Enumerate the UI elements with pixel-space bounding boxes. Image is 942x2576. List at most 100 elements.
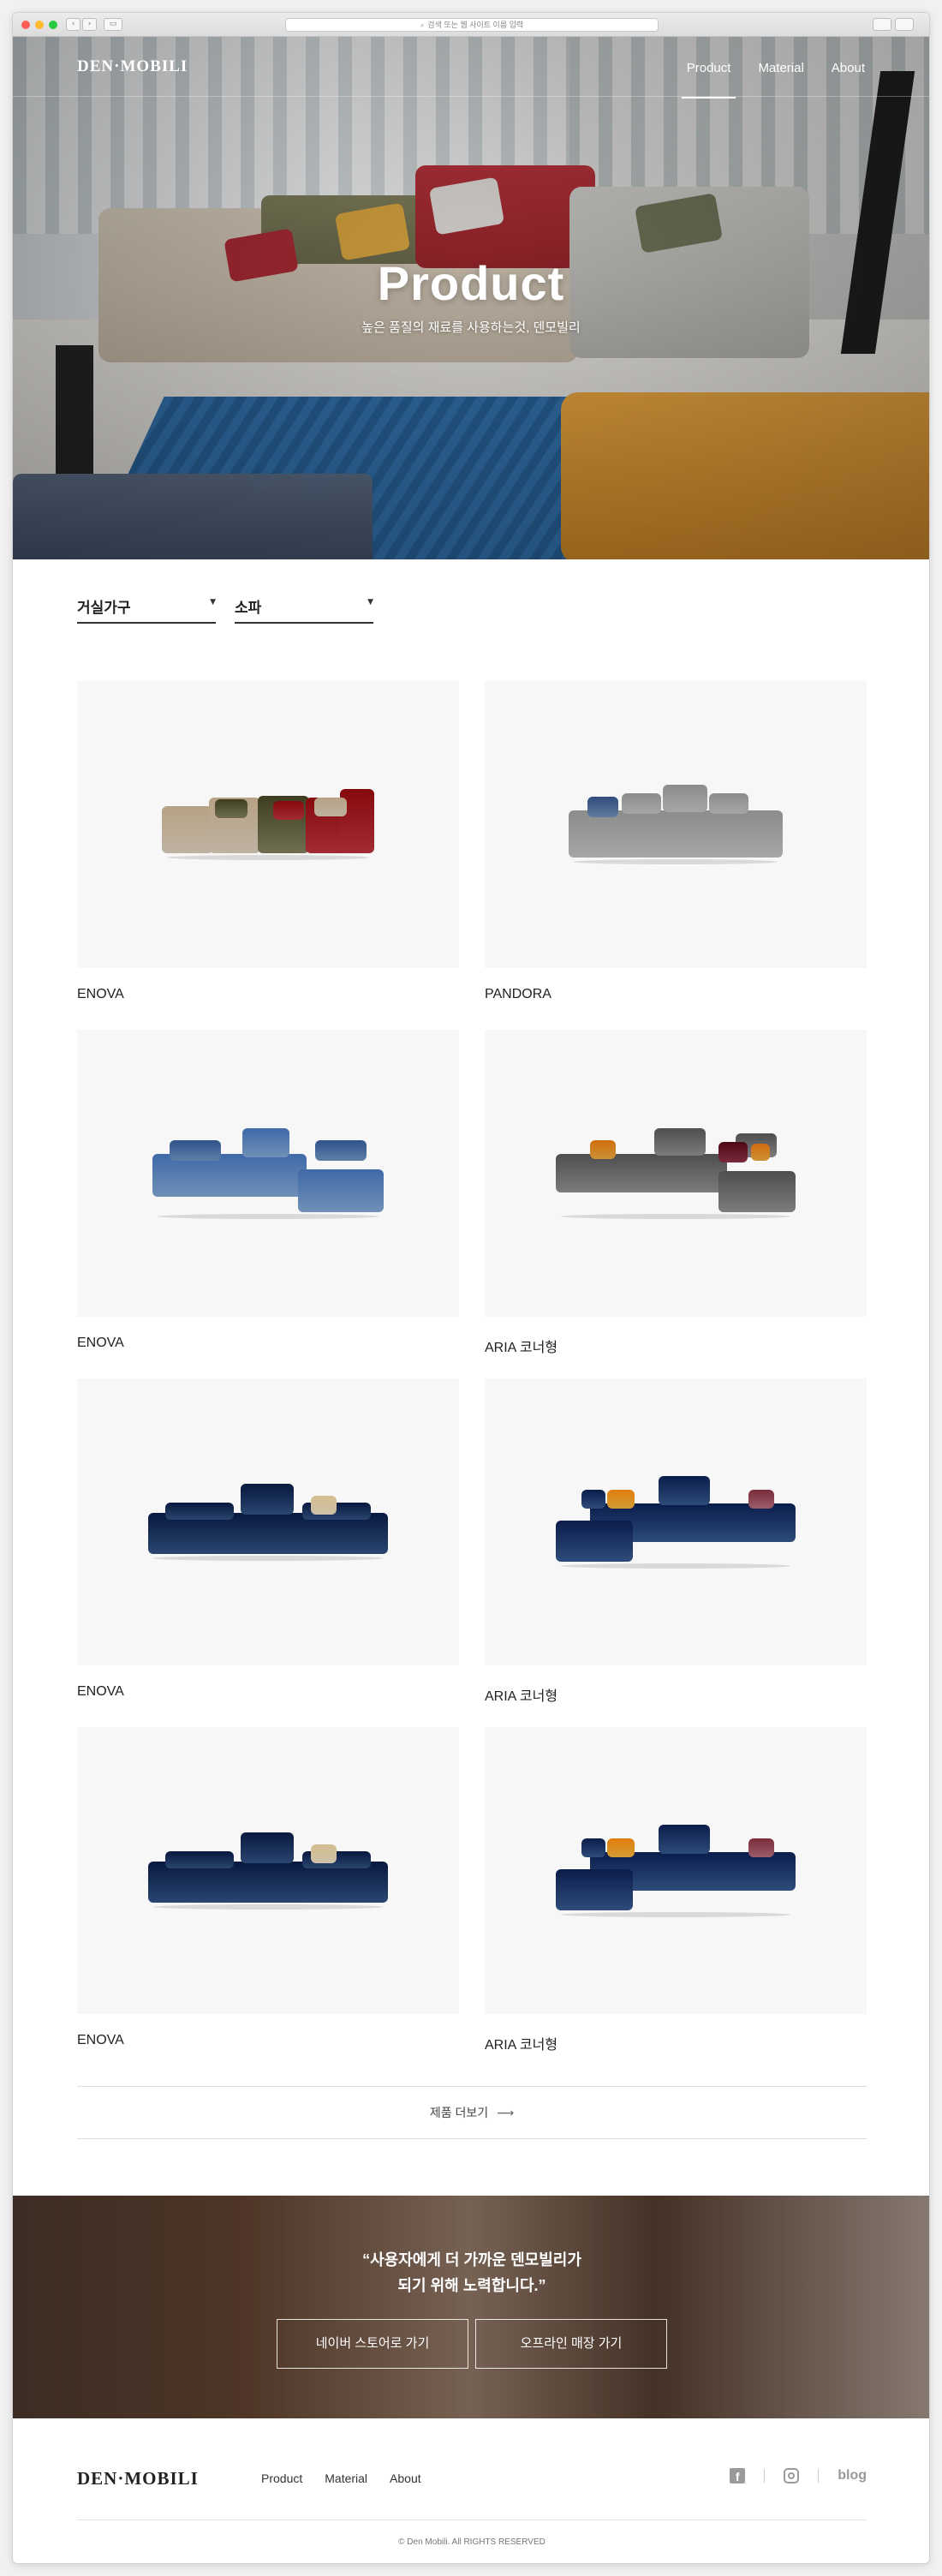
page-title: Product	[377, 256, 565, 310]
sofa-part	[748, 1489, 774, 1509]
instagram-icon[interactable]	[784, 2468, 800, 2483]
sofa-part	[607, 1838, 635, 1857]
footer-nav: Product Material About	[261, 2471, 421, 2485]
product-image[interactable]	[77, 1378, 459, 1665]
arrow-right-icon: ⟶	[497, 2107, 515, 2120]
sofa-part	[556, 1520, 633, 1562]
offline-store-button[interactable]: 오프라인 매장 가기	[475, 2319, 667, 2369]
forward-icon[interactable]: ›	[82, 18, 97, 31]
sofa-shadow	[561, 1563, 790, 1569]
hero-section: DEN·MOBILI Product Material About Produc…	[13, 37, 929, 559]
facebook-icon[interactable]: f	[730, 2468, 746, 2483]
nav-material[interactable]: Material	[758, 61, 803, 75]
top-navigation: DEN·MOBILI Product Material About	[13, 37, 929, 99]
product-name[interactable]: PANDORA	[485, 987, 867, 1002]
nav-product[interactable]: Product	[681, 61, 736, 99]
sofa-part	[659, 1475, 710, 1505]
category-select[interactable]: 거실가구 ▼	[77, 595, 216, 624]
product-name[interactable]: ENOVA	[77, 2033, 459, 2048]
product-name[interactable]: ARIA 코너형	[485, 1336, 867, 1356]
sofa-part	[556, 1868, 633, 1910]
footer: DEN·MOBILI Product Material About f blog…	[13, 2418, 929, 2563]
product-card[interactable]: PANDORA	[485, 681, 867, 1030]
sofa-illustration	[569, 785, 783, 864]
social-links: f blog	[730, 2468, 867, 2483]
footer-nav-material[interactable]: Material	[325, 2471, 367, 2485]
page-subtitle: 높은 품질의 재료를 사용하는것, 덴모빌리	[361, 320, 581, 335]
sofa-illustration	[162, 789, 374, 860]
sofa-illustration	[152, 1127, 384, 1219]
sofa-illustration	[556, 1127, 796, 1219]
banner-quote-line-1: “사용자에게 더 가까운 덴모빌리가	[362, 2251, 581, 2268]
product-card[interactable]: ARIA 코너형	[485, 1030, 867, 1378]
sofa-shadow	[561, 1911, 790, 1917]
naver-store-button[interactable]: 네이버 스토어로 가기	[277, 2319, 468, 2369]
sofa-part	[165, 1502, 234, 1520]
sofa-part	[569, 810, 783, 858]
sofa-part	[622, 793, 661, 814]
product-name[interactable]: ARIA 코너형	[485, 2033, 867, 2053]
close-window-button[interactable]	[21, 21, 30, 29]
product-card[interactable]: ENOVA	[77, 1727, 459, 2076]
product-name[interactable]: ENOVA	[77, 987, 459, 1002]
product-card[interactable]: ENOVA	[77, 681, 459, 1030]
footer-nav-product[interactable]: Product	[261, 2471, 302, 2485]
header-logo[interactable]: DEN·MOBILI	[77, 57, 188, 76]
browser-window: ‹ › ▭ ⌕ 검색 또는 웹 사이트 이름 입력 DEN·MOBILI Prod…	[12, 12, 930, 2564]
sofa-part	[162, 806, 213, 853]
sofa-part	[311, 1495, 337, 1515]
product-name[interactable]: ENOVA	[77, 1336, 459, 1351]
caret-down-icon: ▼	[210, 598, 216, 607]
sofa-part	[748, 1838, 774, 1857]
load-more-label: 제품 더보기	[429, 2106, 489, 2119]
product-image[interactable]	[485, 1030, 867, 1317]
footer-logo[interactable]: DEN·MOBILI	[77, 2468, 199, 2489]
sofa-part	[751, 1143, 770, 1161]
product-card[interactable]: ENOVA	[77, 1378, 459, 1727]
product-card[interactable]: ARIA 코너형	[485, 1378, 867, 1727]
sofa-shadow	[158, 1213, 379, 1219]
sofa-illustration	[148, 1483, 388, 1561]
product-filters: 거실가구 ▼ 소파 ▼	[77, 595, 373, 624]
product-name[interactable]: ARIA 코너형	[485, 1684, 867, 1705]
product-image[interactable]	[77, 1030, 459, 1317]
minimize-window-button[interactable]	[35, 21, 44, 29]
product-card[interactable]: ENOVA	[77, 1030, 459, 1378]
back-icon[interactable]: ‹	[66, 18, 80, 31]
product-grid: ENOVA PANDORA ENOVA ARIA 코너형 ENOVA ARIA …	[77, 681, 867, 2076]
load-more-button[interactable]: 제품 더보기 ⟶	[77, 2086, 867, 2139]
blog-icon[interactable]: blog	[838, 2468, 867, 2483]
sofa-part	[215, 799, 247, 818]
product-image[interactable]	[485, 1727, 867, 2014]
store-banner: “사용자에게 더 가까운 덴모빌리가 되기 위해 노력합니다.” 네이버 스토어…	[13, 2196, 929, 2418]
sofa-part	[663, 785, 707, 812]
product-image[interactable]	[77, 681, 459, 968]
nav-about[interactable]: About	[832, 61, 865, 75]
caret-down-icon: ▼	[367, 598, 373, 607]
tabs-icon[interactable]	[895, 18, 914, 31]
window-controls	[21, 21, 57, 29]
share-icon[interactable]	[873, 18, 891, 31]
banner-buttons: 네이버 스토어로 가기 오프라인 매장 가기	[13, 2319, 929, 2369]
sofa-shadow	[574, 859, 778, 864]
product-name[interactable]: ENOVA	[77, 1684, 459, 1700]
subcategory-select[interactable]: 소파 ▼	[235, 595, 373, 624]
sofa-part	[659, 1824, 710, 1854]
sofa-part	[587, 797, 618, 817]
product-image[interactable]	[77, 1727, 459, 2014]
footer-nav-about[interactable]: About	[390, 2471, 421, 2485]
banner-quote: “사용자에게 더 가까운 덴모빌리가 되기 위해 노력합니다.”	[13, 2247, 929, 2298]
address-bar[interactable]: ⌕ 검색 또는 웹 사이트 이름 입력	[285, 18, 659, 32]
sidebar-icon[interactable]: ▭	[104, 18, 122, 31]
browser-toolbar: ‹ › ▭ ⌕ 검색 또는 웹 사이트 이름 입력	[13, 13, 929, 37]
product-image[interactable]	[485, 1378, 867, 1665]
product-card[interactable]: ARIA 코너형	[485, 1727, 867, 2076]
sofa-illustration	[556, 1824, 796, 1917]
sofa-part	[170, 1139, 221, 1161]
sofa-part	[241, 1483, 294, 1515]
sofa-part	[298, 1168, 384, 1212]
product-image[interactable]	[485, 681, 867, 968]
sofa-shadow	[153, 1904, 383, 1910]
sofa-part	[242, 1127, 289, 1157]
maximize-window-button[interactable]	[49, 21, 57, 29]
